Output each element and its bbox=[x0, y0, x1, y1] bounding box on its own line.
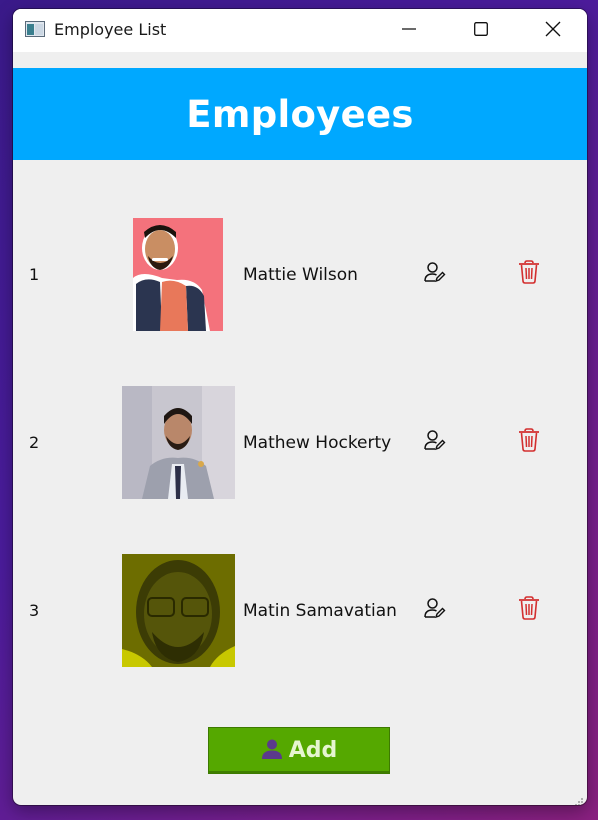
trash-icon bbox=[518, 260, 540, 288]
minimize-button[interactable] bbox=[374, 9, 444, 52]
edit-employee-button[interactable] bbox=[420, 595, 450, 625]
employee-photo bbox=[122, 218, 235, 331]
user-edit-icon bbox=[423, 260, 447, 288]
page-title: Employees bbox=[186, 92, 414, 136]
edit-employee-button[interactable] bbox=[420, 259, 450, 289]
delete-employee-button[interactable] bbox=[514, 595, 544, 625]
employee-name: Mathew Hockerty bbox=[243, 432, 392, 453]
title-bar[interactable]: Employee List bbox=[13, 9, 587, 52]
maximize-button[interactable] bbox=[446, 9, 516, 52]
employee-photo bbox=[122, 386, 235, 499]
user-edit-icon bbox=[423, 596, 447, 624]
employee-row: 3 Matin Samavatian bbox=[13, 554, 587, 667]
employee-index: 3 bbox=[29, 601, 40, 620]
employee-name: Matin Samavatian bbox=[243, 600, 397, 621]
minimize-icon bbox=[402, 21, 416, 40]
app-window-icon bbox=[25, 21, 45, 37]
employee-row: 1 Mattie Wilson bbox=[13, 218, 587, 331]
add-employee-button[interactable]: Add bbox=[208, 727, 390, 774]
employee-index: 1 bbox=[29, 265, 40, 284]
resize-grip-icon[interactable] bbox=[574, 792, 584, 805]
employee-name: Mattie Wilson bbox=[243, 264, 358, 285]
close-button[interactable] bbox=[518, 9, 587, 52]
user-edit-icon bbox=[423, 428, 447, 456]
page-header: Employees bbox=[13, 68, 587, 160]
window-title: Employee List bbox=[54, 20, 167, 39]
user-icon bbox=[261, 738, 283, 764]
trash-icon bbox=[518, 596, 540, 624]
employee-row: 2 Mathew Hockerty bbox=[13, 386, 587, 499]
delete-employee-button[interactable] bbox=[514, 427, 544, 457]
employee-photo bbox=[122, 554, 235, 667]
close-icon bbox=[545, 21, 561, 41]
delete-employee-button[interactable] bbox=[514, 259, 544, 289]
maximize-icon bbox=[474, 21, 488, 40]
edit-employee-button[interactable] bbox=[420, 427, 450, 457]
employee-index: 2 bbox=[29, 433, 40, 452]
add-button-label: Add bbox=[288, 738, 338, 763]
app-window: Employee List Employees 1 Mattie Wilson … bbox=[13, 9, 587, 805]
trash-icon bbox=[518, 428, 540, 456]
